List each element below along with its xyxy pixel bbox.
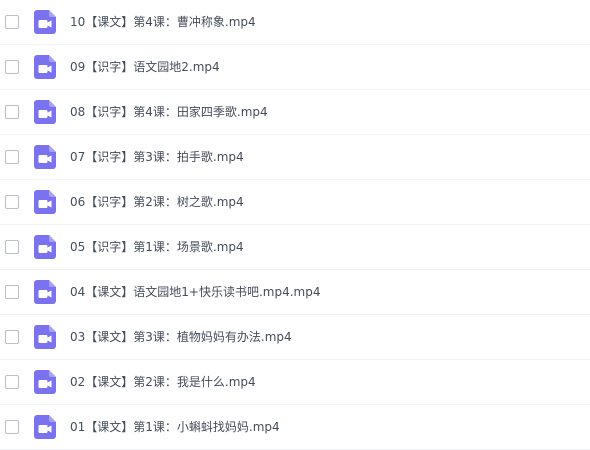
file-name[interactable]: 02【课文】第2课：我是什么.mp4 (70, 374, 256, 390)
file-row[interactable]: 07【识字】第3课：拍手歌.mp4 (0, 135, 590, 180)
row-checkbox[interactable] (5, 15, 19, 29)
file-row[interactable]: 06【识字】第2课：树之歌.mp4 (0, 180, 590, 225)
video-file-icon (34, 100, 56, 124)
file-row[interactable]: 05【识字】第1课：场景歌.mp4 (0, 225, 590, 270)
file-name[interactable]: 08【识字】第4课：田家四季歌.mp4 (70, 104, 268, 120)
file-row[interactable]: 04【课文】语文园地1+快乐读书吧.mp4.mp4 (0, 270, 590, 315)
row-checkbox[interactable] (5, 195, 19, 209)
video-file-icon (34, 10, 56, 34)
file-list: 10【课文】第4课：曹冲称象.mp4 09【识字】语文园地2.mp4 08【识字… (0, 0, 590, 450)
row-checkbox[interactable] (5, 330, 19, 344)
row-checkbox[interactable] (5, 150, 19, 164)
row-checkbox[interactable] (5, 285, 19, 299)
file-row[interactable]: 09【识字】语文园地2.mp4 (0, 45, 590, 90)
file-name[interactable]: 09【识字】语文园地2.mp4 (70, 59, 220, 75)
file-row[interactable]: 03【课文】第3课：植物妈妈有办法.mp4 (0, 315, 590, 360)
file-name[interactable]: 05【识字】第1课：场景歌.mp4 (70, 239, 244, 255)
video-file-icon (34, 55, 56, 79)
row-checkbox[interactable] (5, 375, 19, 389)
file-row[interactable]: 08【识字】第4课：田家四季歌.mp4 (0, 90, 590, 135)
file-name[interactable]: 07【识字】第3课：拍手歌.mp4 (70, 149, 244, 165)
row-checkbox[interactable] (5, 60, 19, 74)
video-file-icon (34, 370, 56, 394)
video-file-icon (34, 190, 56, 214)
file-row[interactable]: 10【课文】第4课：曹冲称象.mp4 (0, 0, 590, 45)
video-file-icon (34, 235, 56, 259)
video-file-icon (34, 325, 56, 349)
file-name[interactable]: 04【课文】语文园地1+快乐读书吧.mp4.mp4 (70, 284, 320, 300)
file-row[interactable]: 02【课文】第2课：我是什么.mp4 (0, 360, 590, 405)
video-file-icon (34, 145, 56, 169)
file-name[interactable]: 03【课文】第3课：植物妈妈有办法.mp4 (70, 329, 292, 345)
row-checkbox[interactable] (5, 240, 19, 254)
row-checkbox[interactable] (5, 105, 19, 119)
row-checkbox[interactable] (5, 420, 19, 434)
file-name[interactable]: 10【课文】第4课：曹冲称象.mp4 (70, 14, 256, 30)
video-file-icon (34, 415, 56, 439)
file-row[interactable]: 01【课文】第1课：小蝌蚪找妈妈.mp4 (0, 405, 590, 450)
video-file-icon (34, 280, 56, 304)
file-name[interactable]: 06【识字】第2课：树之歌.mp4 (70, 194, 244, 210)
file-name[interactable]: 01【课文】第1课：小蝌蚪找妈妈.mp4 (70, 419, 280, 435)
